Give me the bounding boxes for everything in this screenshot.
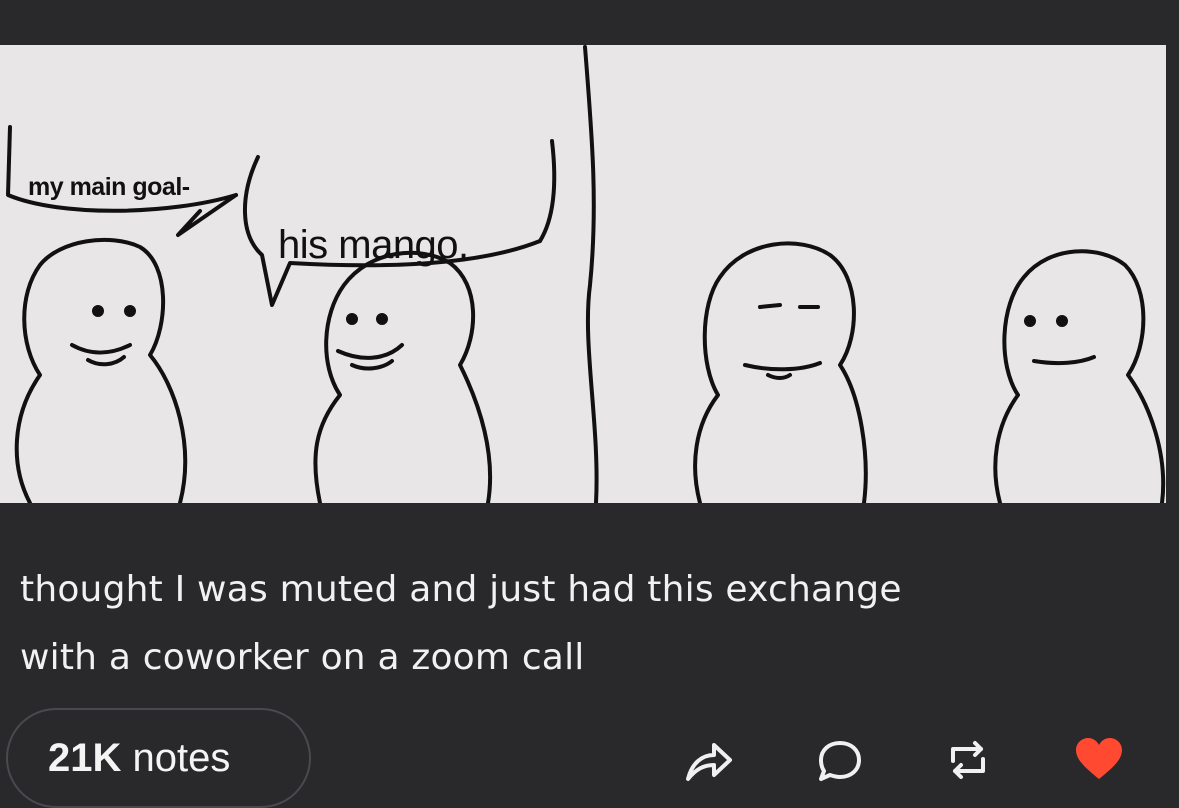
post-caption: thought I was muted and just had this ex… — [20, 556, 1120, 692]
caption-line-2: with a coworker on a zoom call — [20, 637, 585, 678]
reply-icon[interactable] — [815, 735, 865, 785]
notes-count[interactable]: 21K notes — [48, 736, 230, 781]
speech-bubble-left: my main goal- — [28, 173, 190, 201]
notes-count-label: notes — [132, 736, 231, 780]
reblog-icon[interactable] — [943, 735, 993, 785]
share-icon[interactable] — [684, 735, 734, 785]
speech-bubble-right: his mango. — [278, 223, 469, 267]
caption-line-1: thought I was muted and just had this ex… — [20, 569, 902, 610]
comic-drawing — [6, 45, 1166, 503]
like-icon[interactable] — [1074, 735, 1124, 785]
notes-count-value: 21K — [48, 736, 122, 780]
post-image: my main goal- his mango. — [0, 45, 1166, 503]
